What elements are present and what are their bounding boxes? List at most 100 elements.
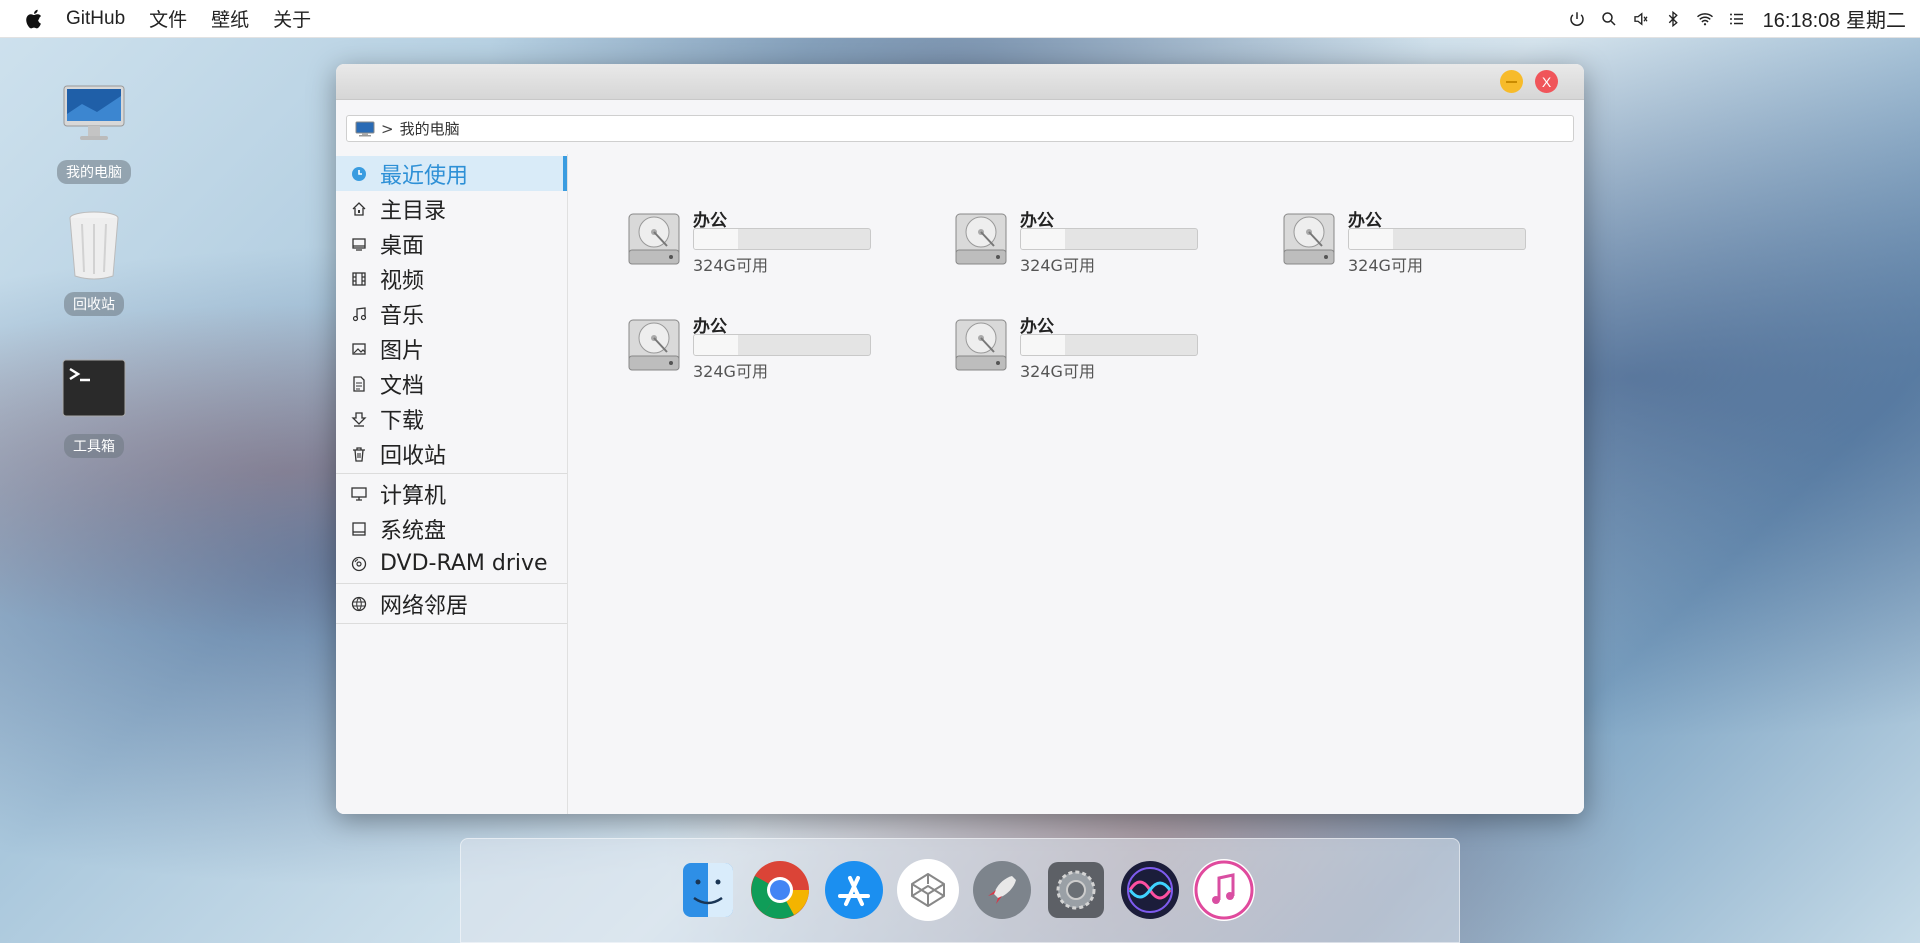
minimize-icon	[1506, 80, 1517, 83]
network-icon	[350, 595, 368, 613]
app-store-icon[interactable]	[823, 859, 885, 921]
system-preferences-icon[interactable]	[1045, 859, 1107, 921]
drive-item[interactable]: 办公 324G可用	[954, 312, 1224, 392]
desktop-icon-computer[interactable]: 我的电脑	[52, 76, 136, 184]
picture-icon	[350, 340, 368, 358]
trash-icon	[350, 445, 368, 463]
status-area: 16:18:08 星期二	[1561, 4, 1906, 33]
file-manager-window: X > 我的电脑 最近使用 主目录 桌面 视频 音乐 图片 文档 下载 回收站 …	[336, 64, 1584, 814]
breadcrumb-current[interactable]: 我的电脑	[400, 118, 460, 139]
hard-disk-icon	[955, 319, 1007, 371]
sidebar-item-label: 桌面	[380, 233, 425, 259]
finder-icon[interactable]	[677, 859, 739, 921]
sidebar-item-label: 系统盘	[380, 518, 447, 544]
minimize-button[interactable]	[1500, 70, 1523, 93]
sidebar-item-label: 计算机	[380, 483, 447, 509]
desktop-icon-toolbox[interactable]: 工具箱	[52, 350, 136, 458]
drive-item[interactable]: 办公 324G可用	[627, 206, 897, 286]
desktop-icon	[350, 235, 368, 253]
hard-disk-icon	[1283, 213, 1335, 265]
menu-about[interactable]: 关于	[273, 5, 311, 32]
trash-icon	[56, 208, 132, 284]
drive-usage-fill	[1349, 229, 1393, 249]
bluetooth-icon[interactable]	[1663, 9, 1683, 29]
sidebar-item-label: 下载	[380, 408, 425, 434]
breadcrumb-separator: >	[381, 119, 394, 138]
sidebar-item-label: 网络邻居	[380, 593, 469, 619]
siri-icon[interactable]	[1119, 859, 1181, 921]
hard-disk-icon	[628, 213, 680, 265]
power-icon[interactable]	[1567, 9, 1587, 29]
chrome-icon[interactable]	[749, 859, 811, 921]
sidebar-item-trash[interactable]: 回收站	[336, 436, 567, 471]
sidebar-devices: 计算机 系统盘 DVD-RAM drive	[336, 474, 567, 584]
clock[interactable]: 16:18:08 星期二	[1763, 4, 1906, 33]
drive-usage-fill	[694, 335, 738, 355]
drive-item[interactable]: 办公 324G可用	[1282, 206, 1552, 286]
drive-icon	[350, 520, 368, 538]
menu-file[interactable]: 文件	[149, 5, 187, 32]
sidebar-item-label: DVD-RAM drive	[380, 551, 548, 576]
drive-usage-bar	[693, 228, 871, 250]
drive-free-space: 324G可用	[693, 256, 768, 275]
music-icon	[350, 305, 368, 323]
codepen-icon[interactable]	[897, 859, 959, 921]
menu-github[interactable]: GitHub	[66, 8, 125, 30]
sidebar-item-music[interactable]: 音乐	[336, 296, 567, 331]
monitor-icon	[350, 485, 368, 503]
sidebar-item-label: 回收站	[380, 443, 447, 469]
drive-usage-bar	[693, 334, 871, 356]
menu-bar: GitHub 文件 壁纸 关于 16:18:08 星期二	[0, 0, 1920, 38]
content-area: 办公 324G可用 办公 324G可用 办公 324G可用 办公 324G可用 …	[569, 154, 1584, 814]
sidebar-item-home[interactable]: 主目录	[336, 191, 567, 226]
volume-icon[interactable]	[1631, 9, 1651, 29]
drive-usage-bar	[1020, 228, 1198, 250]
sidebar-item-video[interactable]: 视频	[336, 261, 567, 296]
menu-wallpaper[interactable]: 壁纸	[211, 5, 249, 32]
video-icon	[350, 270, 368, 288]
apple-icon[interactable]	[24, 8, 46, 30]
launchpad-icon[interactable]	[971, 859, 1033, 921]
hard-disk-icon	[955, 213, 1007, 265]
sidebar-item-label: 主目录	[380, 198, 447, 224]
sidebar-item-dvd[interactable]: DVD-RAM drive	[336, 546, 567, 581]
sidebar-item-documents[interactable]: 文档	[336, 366, 567, 401]
drive-name: 办公	[693, 317, 727, 337]
sidebar-item-recent[interactable]: 最近使用	[336, 156, 567, 191]
drive-usage-fill	[1021, 229, 1065, 249]
computer-icon	[355, 121, 375, 136]
sidebar-item-downloads[interactable]: 下载	[336, 401, 567, 436]
drive-free-space: 324G可用	[1020, 256, 1095, 275]
computer-icon	[56, 76, 132, 152]
path-bar[interactable]: > 我的电脑	[346, 115, 1574, 142]
wifi-icon[interactable]	[1695, 9, 1715, 29]
sidebar-item-system-disk[interactable]: 系统盘	[336, 511, 567, 546]
desktop-icon-label: 我的电脑	[57, 160, 131, 184]
sidebar-item-network[interactable]: 网络邻居	[336, 586, 567, 621]
drive-free-space: 324G可用	[693, 362, 768, 381]
document-icon	[350, 375, 368, 393]
drive-usage-bar	[1020, 334, 1198, 356]
search-icon[interactable]	[1599, 9, 1619, 29]
drive-name: 办公	[1020, 317, 1054, 337]
sidebar-item-pictures[interactable]: 图片	[336, 331, 567, 366]
sidebar-item-computer[interactable]: 计算机	[336, 476, 567, 511]
drive-item[interactable]: 办公 324G可用	[627, 312, 897, 392]
drive-usage-fill	[694, 229, 738, 249]
close-button[interactable]: X	[1535, 70, 1558, 93]
home-icon	[350, 200, 368, 218]
title-bar[interactable]: X	[336, 64, 1584, 100]
sidebar-item-label: 图片	[380, 338, 425, 364]
drive-item[interactable]: 办公 324G可用	[954, 206, 1224, 286]
drive-name: 办公	[1020, 211, 1054, 231]
drive-usage-bar	[1348, 228, 1526, 250]
desktop-icon-trash[interactable]: 回收站	[52, 208, 136, 316]
sidebar-network: 网络邻居	[336, 584, 567, 624]
list-icon[interactable]	[1727, 9, 1747, 29]
dock	[460, 838, 1460, 943]
download-icon	[350, 410, 368, 428]
sidebar: 最近使用 主目录 桌面 视频 音乐 图片 文档 下载 回收站 计算机 系统盘 D…	[336, 154, 568, 814]
sidebar-item-desktop[interactable]: 桌面	[336, 226, 567, 261]
clock-icon	[350, 165, 368, 183]
itunes-icon[interactable]	[1193, 859, 1255, 921]
